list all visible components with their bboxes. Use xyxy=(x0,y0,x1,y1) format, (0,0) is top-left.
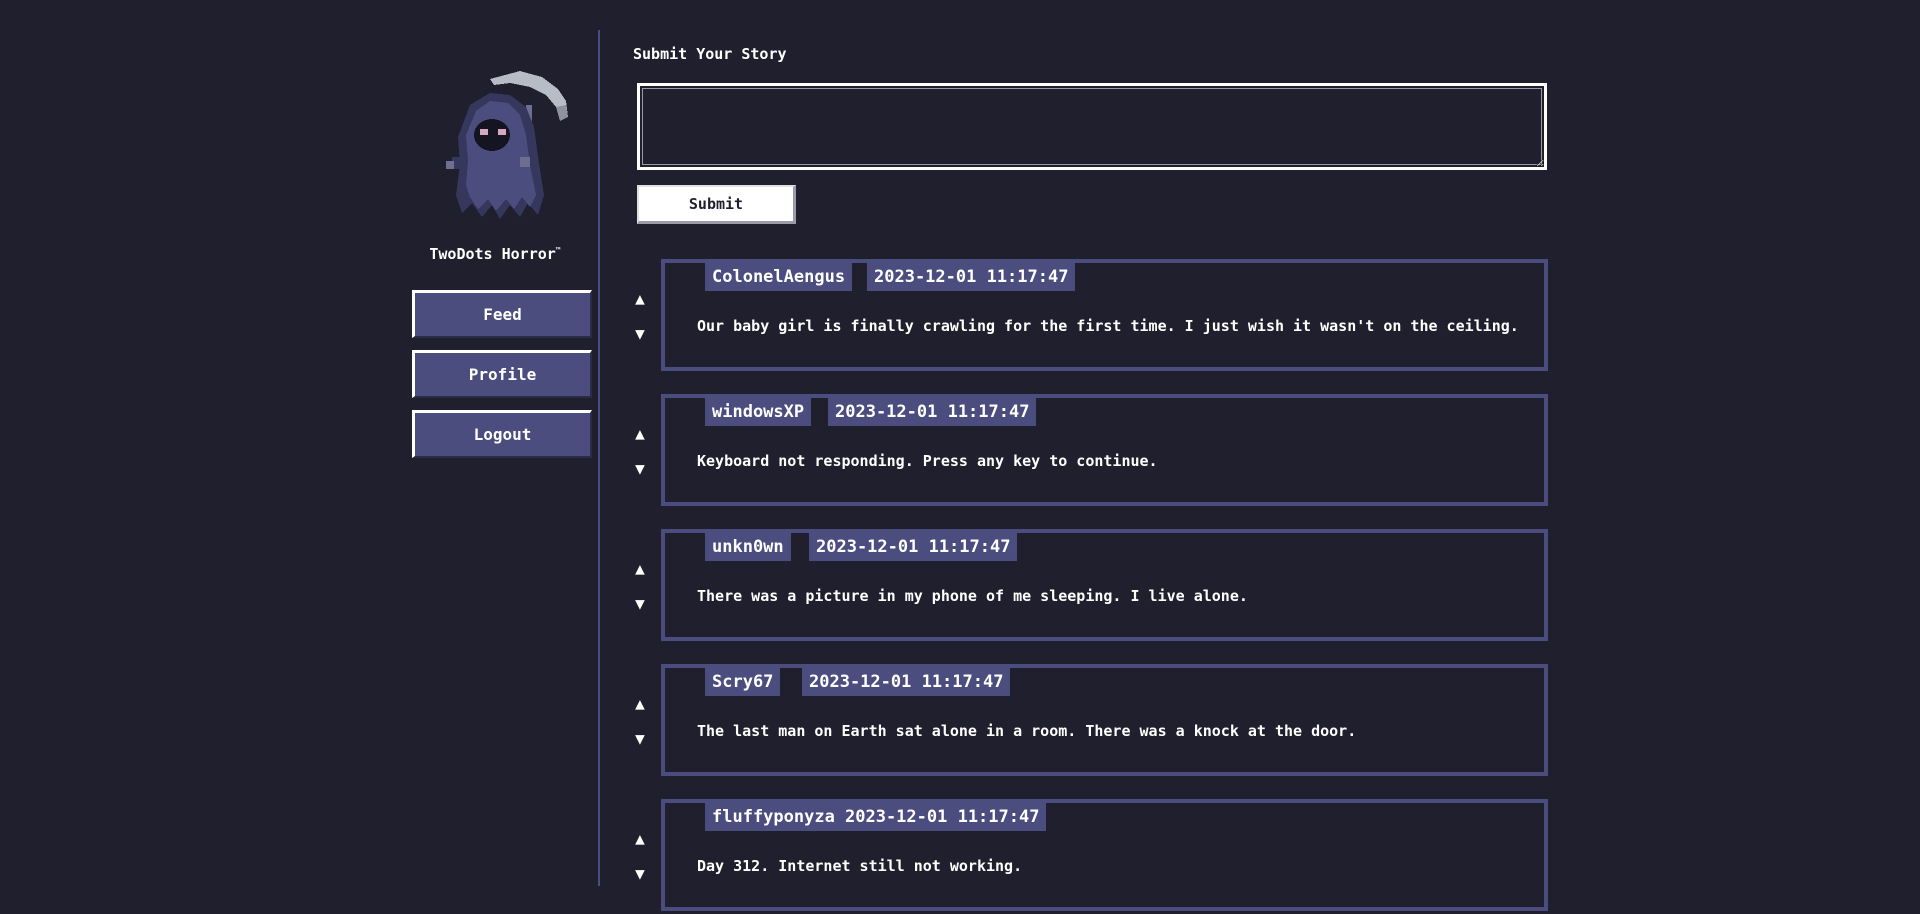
post-author[interactable]: Scry67 xyxy=(705,668,781,696)
site-name-text: TwoDots Horror xyxy=(429,245,556,263)
nav-logout-button[interactable]: Logout xyxy=(412,410,592,458)
post-card: ▲ ▼ ColonelAengus 2023-12-01 11:17:47 Ou… xyxy=(633,259,1553,371)
downvote-arrow-icon[interactable]: ▼ xyxy=(633,461,647,477)
upvote-arrow-icon[interactable]: ▲ xyxy=(633,291,647,307)
downvote-arrow-icon[interactable]: ▼ xyxy=(633,596,647,612)
post-text: Day 312. Internet still not working. xyxy=(697,857,1023,875)
upvote-arrow-icon[interactable]: ▲ xyxy=(633,561,647,577)
site-name: TwoDots Horror™ xyxy=(412,245,578,263)
post-timestamp: 2023-12-01 11:17:47 xyxy=(838,803,1047,831)
post-timestamp: 2023-12-01 11:17:47 xyxy=(828,398,1037,426)
submit-story-title: Submit Your Story xyxy=(633,45,787,63)
post-box: ColonelAengus 2023-12-01 11:17:47 Our ba… xyxy=(661,259,1548,371)
grim-reaper-logo xyxy=(446,71,568,219)
trademark-mark: ™ xyxy=(555,246,561,255)
downvote-arrow-icon[interactable]: ▼ xyxy=(633,866,647,882)
post-text: Our baby girl is finally crawling for th… xyxy=(697,317,1519,335)
post-author[interactable]: windowsXP xyxy=(705,398,812,426)
post-card: ▲ ▼ unkn0wn 2023-12-01 11:17:47 There wa… xyxy=(633,529,1553,641)
downvote-arrow-icon[interactable]: ▼ xyxy=(633,731,647,747)
story-input[interactable] xyxy=(637,83,1547,170)
post-author[interactable]: unkn0wn xyxy=(705,533,791,561)
post-text: The last man on Earth sat alone in a roo… xyxy=(697,722,1357,740)
upvote-arrow-icon[interactable]: ▲ xyxy=(633,696,647,712)
post-card: ▲ ▼ Scry67 2023-12-01 11:17:47 The last … xyxy=(633,664,1553,776)
post-text: There was a picture in my phone of me sl… xyxy=(697,587,1248,605)
post-author[interactable]: fluffyponyza xyxy=(705,803,842,831)
post-box: unkn0wn 2023-12-01 11:17:47 There was a … xyxy=(661,529,1548,641)
submit-button[interactable]: Submit xyxy=(637,185,796,224)
post-box: fluffyponyza 2023-12-01 11:17:47 Day 312… xyxy=(661,799,1548,911)
post-timestamp: 2023-12-01 11:17:47 xyxy=(809,533,1018,561)
upvote-arrow-icon[interactable]: ▲ xyxy=(633,831,647,847)
nav-feed-button[interactable]: Feed xyxy=(412,290,592,338)
post-timestamp: 2023-12-01 11:17:47 xyxy=(867,263,1076,291)
downvote-arrow-icon[interactable]: ▼ xyxy=(633,326,647,342)
post-author[interactable]: ColonelAengus xyxy=(705,263,853,291)
sidebar-divider xyxy=(598,30,600,886)
upvote-arrow-icon[interactable]: ▲ xyxy=(633,426,647,442)
post-card: ▲ ▼ fluffyponyza 2023-12-01 11:17:47 Day… xyxy=(633,799,1553,911)
post-card: ▲ ▼ windowsXP 2023-12-01 11:17:47 Keyboa… xyxy=(633,394,1553,506)
post-text: Keyboard not responding. Press any key t… xyxy=(697,452,1158,470)
post-timestamp: 2023-12-01 11:17:47 xyxy=(802,668,1011,696)
post-box: windowsXP 2023-12-01 11:17:47 Keyboard n… xyxy=(661,394,1548,506)
post-box: Scry67 2023-12-01 11:17:47 The last man … xyxy=(661,664,1548,776)
nav-profile-button[interactable]: Profile xyxy=(412,350,592,398)
